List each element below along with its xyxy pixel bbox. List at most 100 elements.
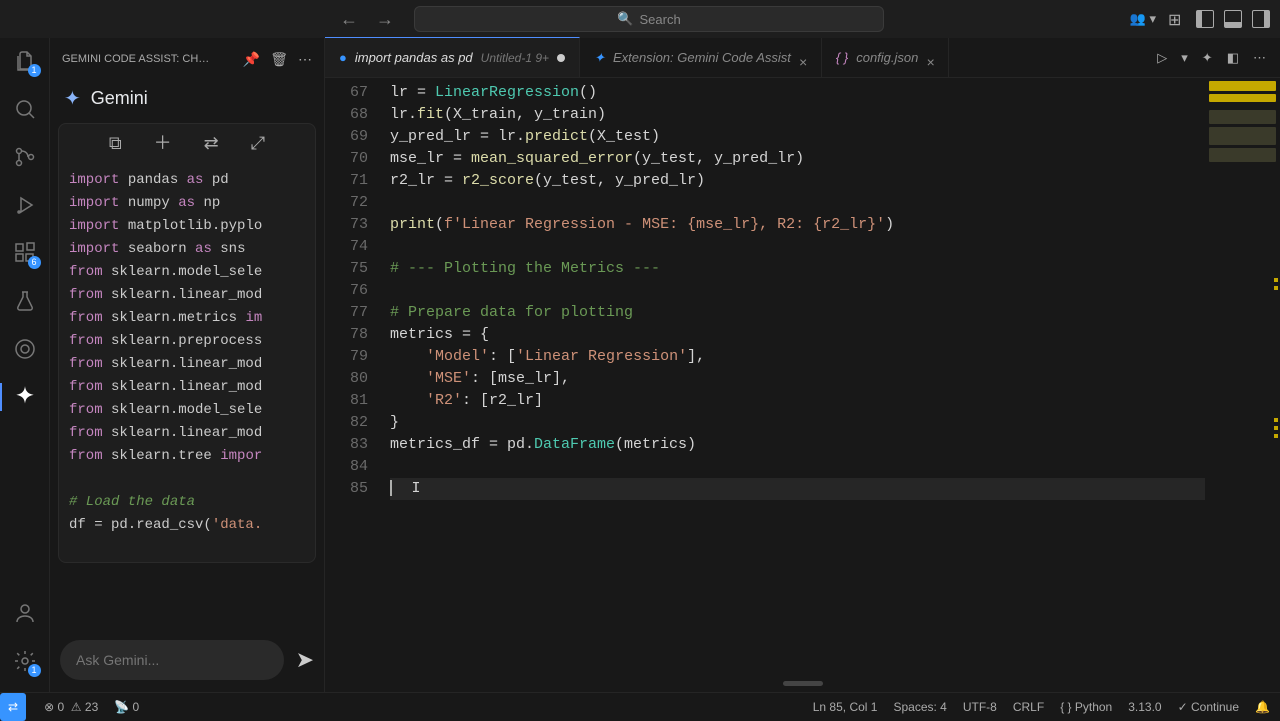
code-line: from sklearn.model_sele bbox=[69, 261, 305, 284]
gemini-chat-input[interactable] bbox=[60, 640, 284, 680]
gemini-brand-row: ✦ Gemini bbox=[50, 80, 324, 123]
editor-line[interactable]: print(f'Linear Regression - MSE: {mse_lr… bbox=[390, 214, 1280, 236]
minimap[interactable] bbox=[1205, 78, 1280, 538]
editor-line[interactable]: 'R2': [r2_lr] bbox=[390, 390, 1280, 412]
source-control-icon[interactable] bbox=[12, 144, 38, 170]
remote-indicator[interactable]: ⇄ bbox=[0, 693, 26, 721]
code-editor[interactable]: 676869707172737475767778⌄79808182838485 … bbox=[325, 78, 1280, 692]
editor-line[interactable] bbox=[390, 192, 1280, 214]
indentation[interactable]: Spaces: 4 bbox=[893, 700, 946, 714]
gemini-spark-icon[interactable] bbox=[12, 384, 38, 410]
gemini-ring-icon[interactable] bbox=[12, 336, 38, 362]
cursor-position[interactable]: Ln 85, Col 1 bbox=[813, 700, 878, 714]
editor-tab[interactable]: { }config.json bbox=[822, 38, 949, 78]
eol[interactable]: CRLF bbox=[1013, 700, 1044, 714]
toggle-secondary-sidebar-icon[interactable] bbox=[1252, 10, 1270, 28]
horizontal-scrollbar-thumb[interactable] bbox=[783, 681, 823, 686]
status-bar: ⇄ ⊗ 0 ⚠ 23 📡 0 Ln 85, Col 1 Spaces: 4 UT… bbox=[0, 692, 1280, 720]
gemini-panel: GEMINI CODE ASSIST: CH… 📌 🗑 ⋯ ✦ Gemini ⧉… bbox=[50, 38, 325, 692]
customize-layout-icon[interactable]: ⊞ bbox=[1168, 10, 1186, 28]
layout-controls: ⊞ bbox=[1168, 10, 1270, 28]
code-line: from sklearn.model_sele bbox=[69, 399, 305, 422]
back-arrow-icon[interactable]: ← bbox=[340, 9, 358, 30]
gemini-logo-icon: ✦ bbox=[64, 86, 81, 111]
settings-gear-icon[interactable]: 1 bbox=[12, 648, 38, 674]
editor-line[interactable]: mse_lr = mean_squared_error(y_test, y_pr… bbox=[390, 148, 1280, 170]
editor-line[interactable]: lr = LinearRegression() bbox=[390, 82, 1280, 104]
code-line: df = pd.read_csv('data. bbox=[69, 514, 305, 537]
run-dropdown-icon[interactable]: ▾ bbox=[1181, 50, 1188, 66]
run-icon[interactable]: ▷ bbox=[1157, 50, 1167, 66]
editor-line[interactable]: I bbox=[390, 478, 1280, 500]
pin-icon[interactable]: 📌 bbox=[243, 51, 260, 68]
forward-arrow-icon[interactable]: → bbox=[376, 9, 394, 30]
toggle-panel-icon[interactable] bbox=[1224, 10, 1242, 28]
title-bar: ← → 🔍 Search 👥 ▾ ⊞ bbox=[0, 0, 1280, 38]
editor-group: ●import pandas as pdUntitled-1 9+✦Extens… bbox=[325, 38, 1280, 692]
editor-line[interactable]: 'MSE': [mse_lr], bbox=[390, 368, 1280, 390]
panel-header: GEMINI CODE ASSIST: CH… 📌 🗑 ⋯ bbox=[50, 38, 324, 80]
editor-line[interactable]: lr.fit(X_train, y_train) bbox=[390, 104, 1280, 126]
editor-line[interactable] bbox=[390, 280, 1280, 302]
ports-indicator[interactable]: 📡 0 bbox=[114, 700, 139, 714]
search-icon: 🔍 bbox=[617, 11, 633, 27]
activity-bar: 1 6 1 bbox=[0, 38, 50, 692]
notifications-icon[interactable]: 🔔 bbox=[1255, 700, 1270, 714]
more-icon[interactable]: ⋯ bbox=[298, 51, 312, 68]
nav-arrows: ← → bbox=[340, 9, 394, 30]
add-icon[interactable]: ＋ bbox=[154, 134, 172, 157]
testing-icon[interactable] bbox=[12, 288, 38, 314]
accounts-icon[interactable] bbox=[12, 600, 38, 626]
editor-tab[interactable]: ●import pandas as pdUntitled-1 9+ bbox=[325, 37, 580, 77]
editor-line[interactable]: } bbox=[390, 412, 1280, 434]
editor-line[interactable]: metrics_df = pd.DataFrame(metrics) bbox=[390, 434, 1280, 456]
panel-title: GEMINI CODE ASSIST: CH… bbox=[62, 53, 233, 65]
editor-line[interactable]: y_pred_lr = lr.predict(X_test) bbox=[390, 126, 1280, 148]
settings-badge: 1 bbox=[28, 664, 41, 677]
editor-line[interactable]: # Prepare data for plotting bbox=[390, 302, 1280, 324]
python-interpreter[interactable]: 3.13.0 bbox=[1128, 700, 1161, 714]
code-line: from sklearn.metrics im bbox=[69, 307, 305, 330]
editor-tab[interactable]: ✦Extension: Gemini Code Assist bbox=[580, 38, 822, 78]
explorer-icon[interactable]: 1 bbox=[12, 48, 38, 74]
split-editor-icon[interactable]: ◧ bbox=[1227, 50, 1239, 66]
explorer-badge: 1 bbox=[28, 64, 41, 77]
expand-icon[interactable]: ⤢ bbox=[251, 134, 265, 157]
continue-status[interactable]: ✓ Continue bbox=[1178, 700, 1239, 714]
copilot-icon[interactable]: 👥 ▾ bbox=[1130, 11, 1156, 27]
problems-indicator[interactable]: ⊗ 0 ⚠ 23 bbox=[44, 700, 98, 714]
code-line: from sklearn.tree impor bbox=[69, 445, 305, 468]
editor-line[interactable] bbox=[390, 236, 1280, 258]
clear-icon[interactable]: 🗑 bbox=[270, 51, 288, 68]
copy-icon[interactable]: ⧉ bbox=[109, 134, 122, 157]
editor-line[interactable]: r2_lr = r2_score(y_test, y_pred_lr) bbox=[390, 170, 1280, 192]
language-mode[interactable]: { } Python bbox=[1060, 700, 1112, 714]
run-debug-icon[interactable] bbox=[12, 192, 38, 218]
code-line: from sklearn.preprocess bbox=[69, 330, 305, 353]
editor-more-icon[interactable]: ⋯ bbox=[1253, 50, 1266, 66]
code-body[interactable]: lr = LinearRegression()lr.fit(X_train, y… bbox=[390, 78, 1280, 692]
code-line: from sklearn.linear_mod bbox=[69, 284, 305, 307]
extensions-icon[interactable]: 6 bbox=[12, 240, 38, 266]
gemini-brand-label: Gemini bbox=[91, 88, 148, 109]
code-line: import numpy as np bbox=[69, 192, 305, 215]
line-gutter: 676869707172737475767778⌄79808182838485 bbox=[325, 78, 390, 692]
editor-line[interactable]: 'Model': ['Linear Regression'], bbox=[390, 346, 1280, 368]
ai-sparkle-icon[interactable]: ✦ bbox=[1202, 50, 1213, 66]
encoding[interactable]: UTF-8 bbox=[963, 700, 997, 714]
code-line: from sklearn.linear_mod bbox=[69, 422, 305, 445]
activity-search-icon[interactable] bbox=[12, 96, 38, 122]
editor-line[interactable] bbox=[390, 456, 1280, 478]
editor-actions: ▷ ▾ ✦ ◧ ⋯ bbox=[1157, 50, 1280, 66]
editor-line[interactable]: metrics = { bbox=[390, 324, 1280, 346]
send-icon[interactable]: ➤ bbox=[296, 647, 314, 673]
editor-line[interactable]: # --- Plotting the Metrics --- bbox=[390, 258, 1280, 280]
code-line: import seaborn as sns bbox=[69, 238, 305, 261]
code-line: # Load the data bbox=[69, 491, 305, 514]
command-center-search[interactable]: 🔍 Search bbox=[414, 6, 884, 32]
toggle-primary-sidebar-icon[interactable] bbox=[1196, 10, 1214, 28]
chat-input-row: ➤ bbox=[50, 628, 324, 692]
editor-tabs: ●import pandas as pdUntitled-1 9+✦Extens… bbox=[325, 38, 1280, 78]
search-placeholder: Search bbox=[639, 12, 680, 27]
merge-icon[interactable]: ⇄ bbox=[204, 134, 219, 157]
